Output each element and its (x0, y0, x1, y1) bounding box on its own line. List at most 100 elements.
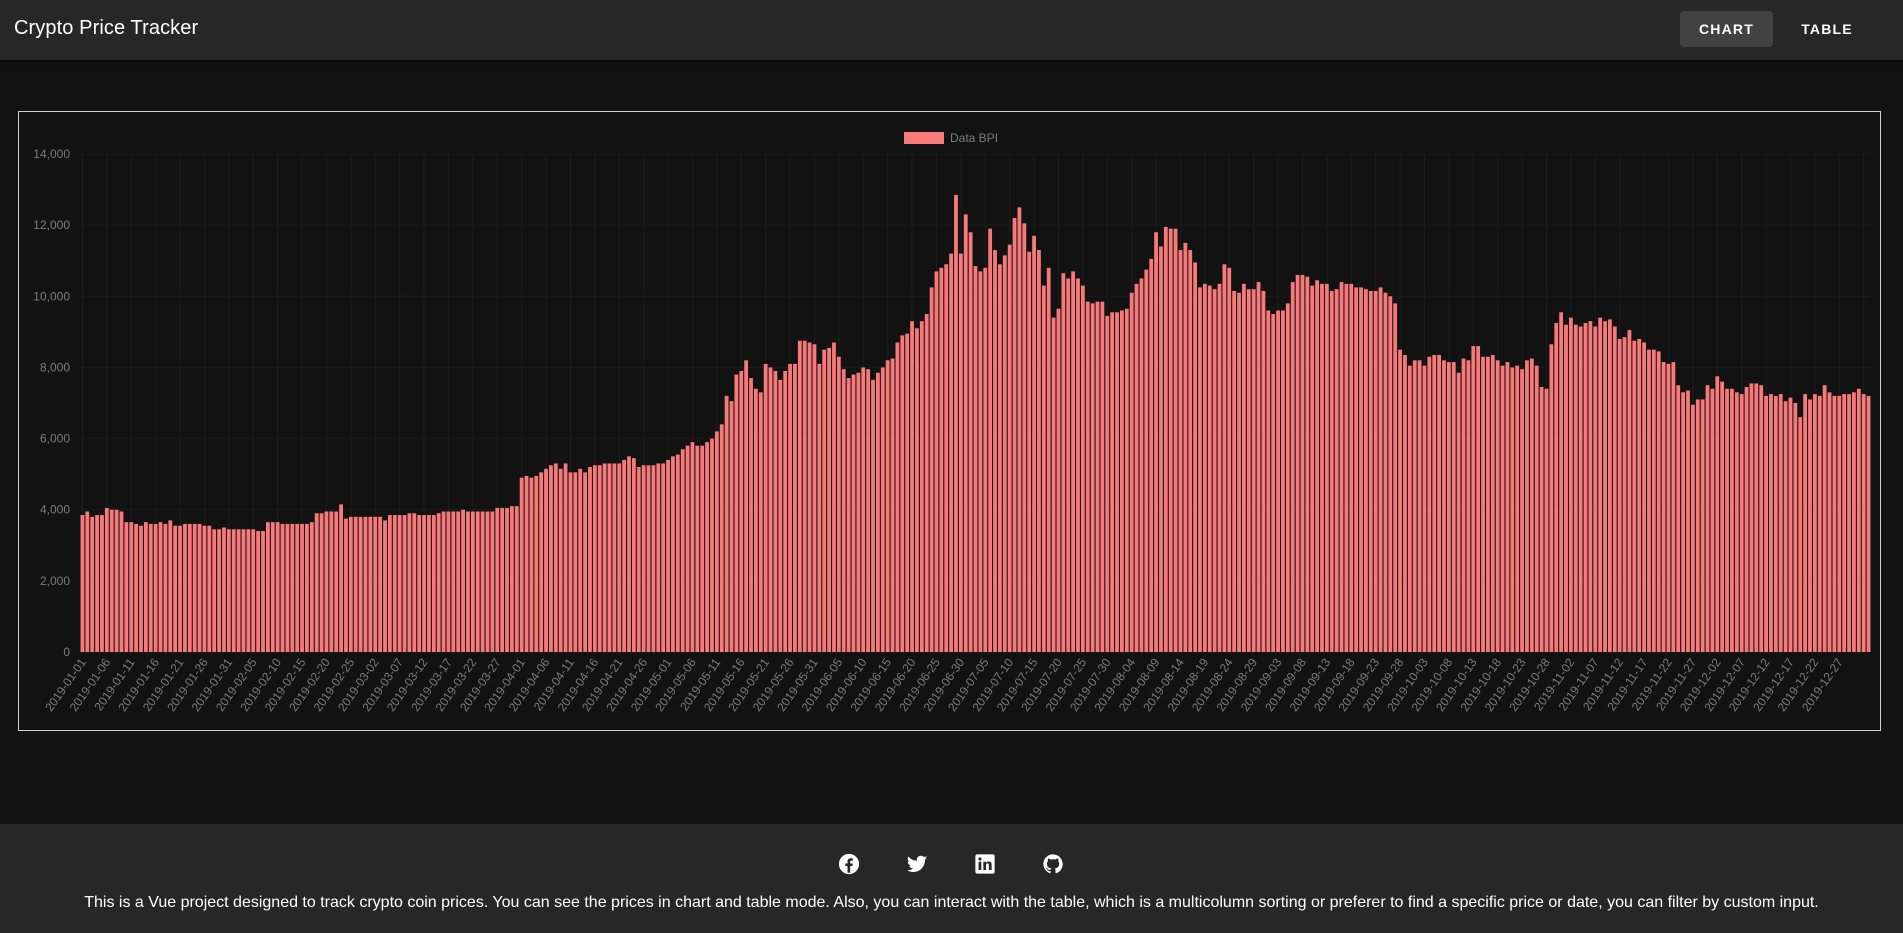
chart-bar (773, 370, 778, 652)
chart-bar (924, 314, 929, 652)
chart-bar (470, 511, 475, 652)
chart-bar (1466, 360, 1471, 652)
chart-bar (251, 529, 256, 652)
chart-bar (387, 515, 392, 652)
chart-bar (622, 459, 627, 652)
chart-bar (168, 520, 173, 652)
chart-bar (109, 509, 114, 652)
chart-bar (119, 511, 124, 652)
chart-bar (1080, 285, 1085, 652)
chart-bar (1642, 342, 1646, 652)
chart-bar (1242, 283, 1246, 652)
legend-swatch (904, 132, 944, 144)
table-tab-button[interactable]: TABLE (1787, 11, 1867, 47)
chart-bar (763, 363, 768, 652)
chart-bar (1617, 338, 1622, 652)
chart-bar (480, 511, 485, 652)
chart-bar (129, 522, 134, 652)
chart-bar (1100, 301, 1105, 652)
chart-bar (466, 511, 470, 652)
y-tick-label: 0 (63, 645, 70, 659)
chart-bar (539, 472, 544, 652)
chart-bar (592, 465, 597, 652)
chart-bar (1373, 290, 1378, 652)
chart-bar (641, 465, 646, 652)
chart-bar (1608, 319, 1612, 652)
chart-bar (612, 463, 617, 652)
chart-bar (1534, 365, 1539, 652)
app-title: Crypto Price Tracker (14, 17, 199, 39)
chart-bar (1715, 376, 1720, 652)
y-tick-label: 10,000 (33, 289, 70, 303)
chart-bar (1490, 354, 1495, 652)
chart-bar (1295, 274, 1300, 652)
chart-bar (958, 253, 963, 652)
linkedin-link[interactable] (967, 846, 1003, 882)
chart-tab-button[interactable]: CHART (1680, 11, 1773, 47)
chart-bar (1007, 244, 1012, 652)
chart-bar (1090, 303, 1095, 652)
chart-bar (1412, 360, 1417, 652)
github-link[interactable] (1035, 846, 1071, 882)
chart-bar (563, 463, 568, 652)
chart-bar (1861, 394, 1866, 652)
twitter-link[interactable] (899, 846, 935, 882)
chart-bar (1344, 283, 1349, 652)
chart-bar (1661, 362, 1666, 652)
chart-bar (1622, 337, 1627, 652)
chart-bar (285, 523, 290, 652)
chart-bar (1178, 250, 1183, 653)
y-tick-label: 8,000 (40, 360, 70, 374)
chart-bar (1754, 383, 1759, 652)
chart-bar (919, 321, 924, 652)
chart-bar (963, 214, 968, 652)
chart-bar (509, 506, 514, 652)
chart-bar (231, 529, 236, 652)
chart-bar (1393, 303, 1398, 652)
chart-bar (1554, 322, 1559, 652)
chart-bar (1378, 287, 1383, 652)
chart-bar (851, 374, 856, 652)
chart-bar (1354, 287, 1359, 652)
app-bar: Crypto Price Tracker CHART TABLE (0, 0, 1903, 60)
chart-bar (1022, 223, 1027, 652)
chart-bar (544, 468, 548, 652)
chart-bar (1120, 310, 1124, 652)
chart-bar (680, 449, 685, 652)
chart-bar (1690, 404, 1695, 652)
chart-bar (1515, 365, 1520, 652)
chart-bar (1651, 349, 1656, 652)
chart-bar (968, 232, 973, 652)
chart-bar (236, 529, 241, 652)
chart-bar (656, 463, 661, 652)
chart-bar (1656, 351, 1661, 652)
chart-bar (207, 525, 212, 652)
chart-bar (1422, 365, 1427, 652)
chart-bar (1364, 289, 1368, 652)
chart-bar (153, 523, 158, 652)
chart-bar (666, 459, 670, 652)
chart-bar (407, 513, 412, 652)
chart-bar (812, 344, 817, 652)
chart-bar (880, 367, 885, 652)
chart-bar (1271, 314, 1276, 652)
chart-bar (797, 340, 802, 652)
chart-bar (202, 525, 207, 652)
chart-bar (1051, 317, 1056, 652)
chart-bar (1778, 394, 1783, 652)
chart-bar (417, 515, 422, 652)
chart-bar (700, 445, 705, 652)
chart-bar (451, 511, 456, 652)
chart-bar (1710, 388, 1715, 652)
chart-bar (1417, 360, 1422, 652)
chart-bar (197, 523, 202, 652)
chart-bar (1559, 312, 1564, 652)
chart-bar (1798, 417, 1803, 652)
chart-bar (983, 267, 988, 652)
chart-bar (1129, 292, 1134, 652)
chart-bar (1320, 283, 1324, 652)
chart-bar (1749, 383, 1754, 652)
chart-bar (690, 442, 695, 652)
chart-bar (1808, 399, 1812, 652)
facebook-link[interactable] (831, 846, 867, 882)
